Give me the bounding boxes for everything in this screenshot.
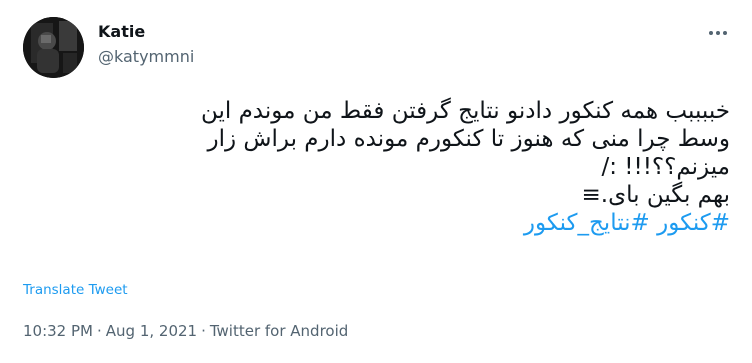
meta-separator: ·	[201, 322, 206, 340]
tweet-metadata: 10:32 PM · Aug 1, 2021 · Twitter for Android	[23, 322, 348, 340]
profile-photo-icon	[23, 17, 84, 78]
hashtag-link-konkur[interactable]: #کنکور	[657, 210, 730, 236]
tweet-time[interactable]: 10:32 PM	[23, 322, 93, 340]
tweet-text-line: بهم بگین بای.≡	[581, 182, 730, 208]
tweet-source[interactable]: Twitter for Android	[210, 322, 348, 340]
tweet-text: خببببب همه کنکور دادنو نتایج گرفتن فقط م…	[22, 97, 730, 237]
tweet-text-line: خببببب همه کنکور دادنو نتایج گرفتن فقط م…	[200, 98, 730, 124]
hashtag-link-natayej-konkur[interactable]: #نتایج_کنکور	[524, 210, 650, 236]
tweet-card: Katie @katymmni خببببب همه کنکور دادنو ن…	[0, 0, 752, 363]
tweet-date[interactable]: Aug 1, 2021	[106, 322, 197, 340]
more-dots-icon	[709, 31, 727, 35]
author-handle[interactable]: @katymmni	[98, 47, 194, 66]
hashtag-line: #کنکور #نتایج_کنکور	[22, 209, 730, 237]
translate-tweet-link[interactable]: Translate Tweet	[23, 282, 128, 298]
tweet-text-line: وسط چرا منی که هنوز تا کنکورم مونده دارم…	[207, 126, 731, 152]
author-avatar[interactable]	[23, 17, 84, 78]
tweet-text-line: میزنم؟؟!!! :/	[601, 154, 730, 180]
more-options-button[interactable]	[703, 22, 733, 44]
meta-separator: ·	[96, 322, 102, 340]
author-display-name[interactable]: Katie	[98, 22, 145, 41]
